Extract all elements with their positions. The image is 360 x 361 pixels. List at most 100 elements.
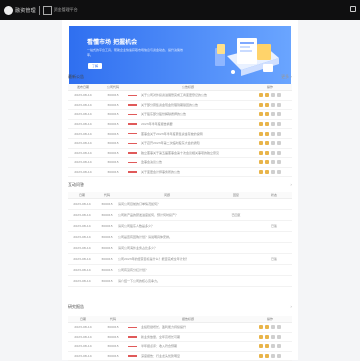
row-question-link[interactable]: 公司新产品的研发进度如何，预计何时投产？ xyxy=(118,213,216,217)
download-icon[interactable] xyxy=(259,122,263,127)
section-reports-more[interactable]: › xyxy=(290,304,292,309)
share-icon[interactable] xyxy=(271,325,275,330)
row-title-link[interactable]: 新业务放量，全年高增长可期 xyxy=(141,335,180,339)
download-icon[interactable] xyxy=(259,344,263,349)
more-icon[interactable] xyxy=(277,131,281,136)
favorite-icon[interactable] xyxy=(265,334,269,339)
brand-logo[interactable]: 融资管理 xyxy=(4,5,36,15)
table-row[interactable]: 2023-08-14 300015 独立董事关于第五届董事会第十次会议相关事项的独立… xyxy=(68,149,292,159)
share-icon[interactable] xyxy=(271,160,275,165)
favorite-icon[interactable] xyxy=(265,131,269,136)
favorite-icon[interactable] xyxy=(265,141,269,146)
share-icon[interactable] xyxy=(271,170,275,175)
more-icon[interactable] xyxy=(277,344,281,349)
row-title-link[interactable]: 深度报告：行业龙头优势明显 xyxy=(141,354,180,358)
row-question-link[interactable]: 请问公司股东人数是多少？ xyxy=(118,224,216,228)
row-question-link[interactable]: 请问公司海外业务占比多少？ xyxy=(118,246,216,250)
download-icon[interactable] xyxy=(259,160,263,165)
share-icon[interactable] xyxy=(271,141,275,146)
table-row[interactable]: 2023-08-14 300015 请问公司海外业务占比多少？ xyxy=(68,243,292,254)
table-row[interactable]: 2023-08-14 300015 公司2023年的经营目标是什么？能否完成全年计划… xyxy=(68,254,292,265)
favorite-icon[interactable] xyxy=(265,170,269,175)
table-row[interactable]: 2023-08-14 300015 请问公司目前的订单情况如何？ xyxy=(68,199,292,210)
favorite-icon[interactable] xyxy=(265,122,269,127)
download-icon[interactable] xyxy=(259,93,263,98)
more-icon[interactable] xyxy=(277,334,281,339)
table-row[interactable]: 2023-08-14 300015 董事会关于2023年半年度募集资金存放的说明 xyxy=(68,129,292,139)
share-icon[interactable] xyxy=(271,93,275,98)
section-announcements-more[interactable]: 更多 › xyxy=(281,74,292,80)
row-question-link[interactable]: 公司是否有回购计划？请说明具体安排。 xyxy=(118,235,216,239)
table-row[interactable]: 2023-08-14 300015 关于召开2023年第二次临时股东大会的通知 xyxy=(68,139,292,149)
share-icon[interactable] xyxy=(271,131,275,136)
table-row[interactable]: 2023-08-14 300015 半年报点评：收入符合预期 xyxy=(68,342,292,352)
download-icon[interactable] xyxy=(259,150,263,155)
more-icon[interactable] xyxy=(277,325,281,330)
favorite-icon[interactable] xyxy=(265,112,269,117)
more-icon[interactable] xyxy=(277,170,281,175)
table-row[interactable]: 2023-08-14 300015 关于公司对外投资进展暨完成工商变更登记的公告 xyxy=(68,91,292,101)
more-icon[interactable] xyxy=(277,122,281,127)
download-icon[interactable] xyxy=(259,102,263,107)
table-row[interactable]: 2023-08-14 300015 业绩稳健增长，盈利能力持续提升 xyxy=(68,323,292,333)
table-row[interactable]: 2023-08-14 300015 新业务放量，全年高增长可期 xyxy=(68,333,292,343)
row-question-link[interactable]: 请问公司目前的订单情况如何？ xyxy=(118,202,216,206)
row-question-link[interactable]: 公司有没有分红计划？ xyxy=(118,268,216,272)
row-title-link[interactable]: 2023年半年度报告摘要 xyxy=(141,122,173,126)
favorite-icon[interactable] xyxy=(265,160,269,165)
table-row[interactable]: 2023-08-14 300015 2023年半年度报告摘要 xyxy=(68,120,292,130)
share-icon[interactable] xyxy=(271,344,275,349)
download-icon[interactable] xyxy=(259,170,263,175)
row-title-link[interactable]: 关于部分募集资金现金管理到期赎回的公告 xyxy=(141,103,198,107)
more-icon[interactable] xyxy=(277,354,281,359)
download-icon[interactable] xyxy=(259,325,263,330)
favorite-icon[interactable] xyxy=(265,344,269,349)
table-row[interactable]: 2023-08-14 300015 请介绍一下公司的核心竞争力。 xyxy=(68,276,292,287)
row-title-link[interactable]: 半年报点评：收入符合预期 xyxy=(141,344,177,348)
more-icon[interactable] xyxy=(277,150,281,155)
download-icon[interactable] xyxy=(259,141,263,146)
share-icon[interactable] xyxy=(271,334,275,339)
table-row[interactable]: 2023-08-14 300015 关于部分募集资金现金管理到期赎回的公告 xyxy=(68,101,292,111)
download-icon[interactable] xyxy=(259,112,263,117)
table-row[interactable]: 2023-08-14 300015 请问公司股东人数是多少？ 已答 xyxy=(68,221,292,232)
table-row[interactable]: 2023-08-14 300015 公司新产品的研发进度如何，预计何时投产？ 已回复 xyxy=(68,210,292,221)
favorite-icon[interactable] xyxy=(265,354,269,359)
more-icon[interactable] xyxy=(277,93,281,98)
favorite-icon[interactable] xyxy=(265,102,269,107)
table-row[interactable]: 2023-08-14 300015 关于股东部分股份解除质押的公告 xyxy=(68,110,292,120)
section-qa-more[interactable]: › xyxy=(290,182,292,187)
row-title-link[interactable]: 董事会关于2023年半年度募集资金存放的说明 xyxy=(141,132,203,136)
row-title-link[interactable]: 关于公司对外投资进展暨完成工商变更登记的公告 xyxy=(141,93,207,97)
table-row[interactable]: 2023-08-14 300015 公司有没有分红计划？ xyxy=(68,265,292,276)
favorite-icon[interactable] xyxy=(265,325,269,330)
banner-button[interactable]: 了解 xyxy=(88,63,102,69)
share-icon[interactable] xyxy=(271,112,275,117)
row-title-link[interactable]: 关于变更会计师事务所的公告 xyxy=(141,170,180,174)
row-question-link[interactable]: 请介绍一下公司的核心竞争力。 xyxy=(118,279,216,283)
share-icon[interactable] xyxy=(271,102,275,107)
download-icon[interactable] xyxy=(259,334,263,339)
favorite-icon[interactable] xyxy=(265,150,269,155)
more-icon[interactable] xyxy=(277,102,281,107)
row-title-link[interactable]: 关于召开2023年第二次临时股东大会的通知 xyxy=(141,141,200,145)
share-icon[interactable] xyxy=(271,122,275,127)
row-title-link[interactable]: 关于股东部分股份解除质押的公告 xyxy=(141,112,186,116)
table-row[interactable]: 2023-08-14 300015 监事会决议公告 xyxy=(68,158,292,168)
row-title-link[interactable]: 独立董事关于第五届董事会第十次会议相关事项的独立意见 xyxy=(141,151,219,155)
more-icon[interactable] xyxy=(277,160,281,165)
download-icon[interactable] xyxy=(259,131,263,136)
user-icon[interactable] xyxy=(350,6,356,12)
more-icon[interactable] xyxy=(277,112,281,117)
row-question-link[interactable]: 公司2023年的经营目标是什么？能否完成全年计划？ xyxy=(118,257,216,261)
share-icon[interactable] xyxy=(271,150,275,155)
download-icon[interactable] xyxy=(259,354,263,359)
share-icon[interactable] xyxy=(271,354,275,359)
row-title-link[interactable]: 业绩稳健增长，盈利能力持续提升 xyxy=(141,325,186,329)
table-row[interactable]: 2023-08-14 300015 公司是否有回购计划？请说明具体安排。 xyxy=(68,232,292,243)
table-row[interactable]: 2023-08-14 300015 关于变更会计师事务所的公告 xyxy=(68,168,292,178)
sub-brand[interactable]: 资金管理平台 xyxy=(42,5,78,15)
more-icon[interactable] xyxy=(277,141,281,146)
row-title-link[interactable]: 监事会决议公告 xyxy=(141,160,162,164)
favorite-icon[interactable] xyxy=(265,93,269,98)
